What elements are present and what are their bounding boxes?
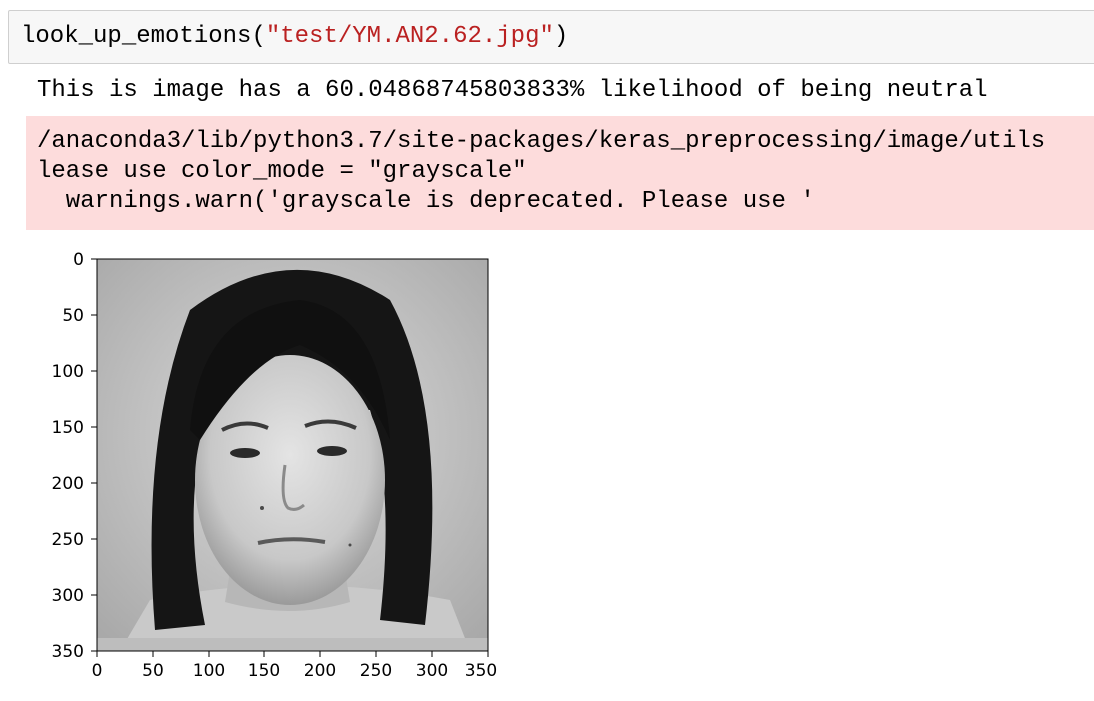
y-axis: 0 50 100 150 200 250 300 350 [52, 250, 97, 662]
y-tick-label: 250 [52, 530, 84, 550]
y-tick-label: 0 [73, 250, 84, 270]
y-tick-label: 200 [52, 474, 84, 494]
stdout-output: This is image has a 60.04868745803833% l… [37, 77, 988, 104]
y-tick-label: 100 [52, 362, 84, 382]
y-tick-label: 150 [52, 418, 84, 438]
x-tick-label: 100 [193, 661, 225, 681]
x-tick-label: 350 [465, 661, 497, 681]
stderr-line: lease use color_mode = "grayscale" [37, 158, 527, 185]
face-image [97, 259, 488, 651]
code-line[interactable]: look_up_emotions("test/YM.AN2.62.jpg") [21, 23, 568, 51]
code-string-argument: "test/YM.AN2.62.jpg" [265, 23, 554, 50]
plot-svg: 0 50 100 150 200 250 300 350 0 50 100 15… [52, 250, 498, 681]
x-tick-label: 150 [248, 661, 280, 681]
y-tick-label: 350 [52, 642, 84, 662]
x-tick-label: 200 [304, 661, 336, 681]
y-tick-label: 50 [62, 306, 84, 326]
code-cell-input[interactable]: look_up_emotions("test/YM.AN2.62.jpg") [8, 10, 1094, 64]
stderr-line: /anaconda3/lib/python3.7/site-packages/k… [37, 128, 1046, 155]
x-axis: 0 50 100 150 200 250 300 350 [92, 651, 497, 681]
code-function-call: look_up_emotions( [21, 23, 266, 50]
x-tick-label: 50 [142, 661, 164, 681]
x-tick-label: 250 [360, 661, 392, 681]
stderr-output: /anaconda3/lib/python3.7/site-packages/k… [26, 116, 1094, 230]
y-tick-label: 300 [52, 586, 84, 606]
code-close-paren: ) [553, 23, 569, 50]
image-plot-output: 0 50 100 150 200 250 300 350 0 50 100 15… [0, 240, 520, 696]
x-tick-label: 0 [92, 661, 103, 681]
stderr-line: warnings.warn('grayscale is deprecated. … [37, 188, 815, 215]
x-tick-label: 300 [416, 661, 448, 681]
